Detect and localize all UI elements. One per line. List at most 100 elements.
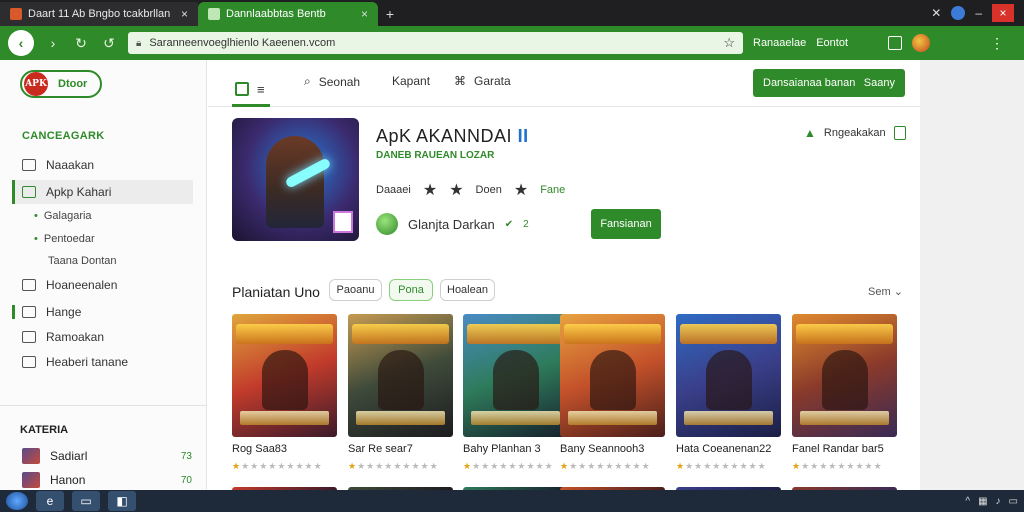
browser-tab-bar: Daart 11 Ab Bngbo tcakbrllan × Dannlaabb…	[0, 0, 1024, 26]
minimize-icon[interactable]: –	[975, 6, 982, 20]
game-card-rating: ★★★★★★★★★★	[348, 461, 439, 471]
tab-close-icon[interactable]: ×	[181, 7, 188, 21]
game-card[interactable]: Hata Coeanenan22 ★★★★★★★★★★	[676, 314, 781, 472]
menu-list-icon[interactable]: ≡	[257, 82, 265, 97]
clock-icon[interactable]: ▭	[1009, 496, 1018, 507]
chevron-down-icon: ⌄	[893, 286, 903, 298]
close-window-icon[interactable]: ×	[992, 4, 1014, 22]
extension-icon[interactable]	[888, 36, 903, 50]
reload-icon[interactable]: ↺	[100, 35, 118, 52]
sidebar: APK Dtoor CANCEAGARK Naaakan Apkp Kahari…	[0, 60, 207, 490]
sidebar-item-4[interactable]: Hange	[12, 300, 193, 324]
header-cta-button[interactable]: Dansaianaa banan Saany	[753, 69, 905, 97]
forward-icon[interactable]: ›	[44, 35, 62, 51]
refresh-icon[interactable]: ↻	[72, 35, 90, 52]
category-item[interactable]: Hanon 70	[22, 472, 192, 488]
filter-chip-active[interactable]: Pona	[389, 279, 433, 301]
lock-icon: 🔒︎	[136, 37, 142, 49]
sidebar-subitem-3[interactable]: Taana Dontan	[48, 255, 117, 267]
game-card-rating: ★★★★★★★★★★	[463, 461, 554, 471]
sidebar-item-5[interactable]: Ramoakan	[12, 325, 193, 349]
category-label: Hanon	[50, 473, 86, 487]
install-button[interactable]: Fansianan	[591, 209, 661, 239]
cta-extra: Saany	[863, 77, 895, 89]
volume-icon[interactable]: ♪	[996, 496, 1001, 507]
cover-hero	[706, 350, 752, 410]
game-card-title: Sar Re sear7	[348, 443, 413, 455]
game-card-rating: ★★★★★★★★★★	[232, 461, 323, 471]
game-card[interactable]: Sar Re sear7 ★★★★★★★★★★	[348, 314, 453, 472]
browser-tab-2[interactable]: Dannlaabbtas Bentb ×	[198, 2, 378, 26]
sidebar-item-3[interactable]: Hoaneenalen	[12, 273, 193, 297]
browser-tab-1[interactable]: Daart 11 Ab Bngbo tcakbrllan ×	[0, 2, 198, 26]
sidebar-item-6[interactable]: Heaberi tanane	[12, 350, 193, 374]
game-card-rating: ★★★★★★★★★★	[792, 461, 883, 471]
sidebar-item-label: Apkp Kahari	[46, 185, 112, 199]
tab-close-icon[interactable]: ×	[361, 7, 368, 21]
share-link[interactable]: ▲ Rngeakakan	[804, 126, 906, 140]
share-label: Rngeakakan	[823, 127, 886, 139]
tab-search[interactable]: ⌕ Seonah	[304, 74, 360, 89]
game-card[interactable]: Fanel Randar bar5 ★★★★★★★★★★	[792, 314, 897, 472]
browser-taskbar-icon[interactable]: e	[36, 491, 64, 511]
bookmark-icon[interactable]	[893, 126, 906, 140]
cover-hero	[590, 350, 636, 410]
sidebar-item-1[interactable]: Naaakan	[12, 153, 193, 177]
tray-arrow-icon[interactable]: ^	[965, 496, 970, 507]
cover-title-plate	[680, 324, 777, 344]
list-icon	[22, 306, 36, 318]
game-card[interactable]: Bahy Planhan 3 ★★★★★★★★★★	[463, 314, 568, 472]
tab-home[interactable]: ≡	[232, 74, 270, 107]
sidebar-item-active[interactable]: Apkp Kahari	[12, 180, 193, 204]
pin-icon[interactable]: ✕	[931, 6, 941, 20]
tab-favicon-icon	[208, 8, 220, 20]
filter-chip[interactable]: Paoanu	[329, 279, 382, 301]
tab-title: Dannlaabbtas Bentb	[226, 8, 326, 20]
filter-chip[interactable]: Hoalean	[440, 279, 495, 301]
see-all-link[interactable]: Sem ⌄	[868, 285, 903, 298]
cover-banner	[800, 411, 889, 425]
bookmark-star-icon[interactable]: ☆	[723, 35, 735, 51]
category-item[interactable]: Sadiarl 73	[22, 448, 192, 464]
back-icon[interactable]: ‹	[8, 30, 34, 56]
apps-icon	[22, 186, 36, 198]
new-tab-icon[interactable]: +	[378, 2, 402, 26]
verified-icon: ✔	[504, 218, 514, 230]
tab-kapant[interactable]: Kapant	[392, 74, 430, 88]
game-card-title: Bany Seannooh3	[560, 443, 645, 455]
app-logo[interactable]: APK Dtoor	[20, 70, 102, 98]
app-taskbar-icon[interactable]: ◧	[108, 491, 136, 511]
developer-name: Glanjta Darkan	[408, 216, 495, 232]
game-card[interactable]: Bany Seannooh3 ★★★★★★★★★★	[560, 314, 665, 472]
network-icon[interactable]: ▦	[978, 496, 987, 507]
profile-icon[interactable]	[951, 6, 966, 20]
developer-row[interactable]: Glanjta Darkan ✔ 2	[376, 213, 529, 235]
category-thumbnail	[22, 448, 40, 464]
sidebar-item-label: Ramoakan	[46, 330, 105, 344]
game-card[interactable]: Rog Saa83 ★★★★★★★★★★	[232, 314, 337, 472]
folder-taskbar-icon[interactable]: ▭	[72, 491, 100, 511]
star-icon: ★	[449, 182, 464, 199]
sidebar-subitem-1[interactable]: • Galagaria	[34, 210, 92, 222]
sidebar-subitem-2[interactable]: • Pentoedar	[34, 233, 95, 245]
app-subtitle: DANEB RAUEAN LOZAR	[376, 150, 495, 161]
cover-title-plate	[467, 324, 564, 344]
sidebar-subitem-label: Galagaria	[43, 210, 92, 222]
start-icon[interactable]	[6, 492, 28, 510]
game-cover-image	[792, 314, 897, 437]
see-all-label: Sem	[868, 286, 891, 298]
app-title: ApK AKANNDAI II	[376, 126, 529, 147]
tab-garata[interactable]: ⌘ Garata	[454, 74, 511, 88]
star-icon: ★	[513, 182, 529, 199]
game-cover-image	[348, 314, 453, 437]
home-icon	[235, 82, 249, 96]
nav-link-2[interactable]: Eontot	[816, 37, 848, 49]
address-bar[interactable]: 🔒︎ Saranneenvoeglhienlo Kaeenen.vcom ☆	[128, 32, 743, 54]
url-text: Saranneenvoeglhienlo Kaeenen.vcom	[149, 37, 336, 49]
window-controls: ✕ – ×	[931, 0, 1024, 26]
avatar[interactable]	[912, 34, 931, 52]
nav-link-1[interactable]: Ranaaelae	[753, 37, 806, 49]
system-tray: ^ ▦ ♪ ▭	[965, 496, 1018, 507]
cover-hero	[378, 350, 424, 410]
menu-icon[interactable]: ⋮	[990, 35, 1004, 52]
